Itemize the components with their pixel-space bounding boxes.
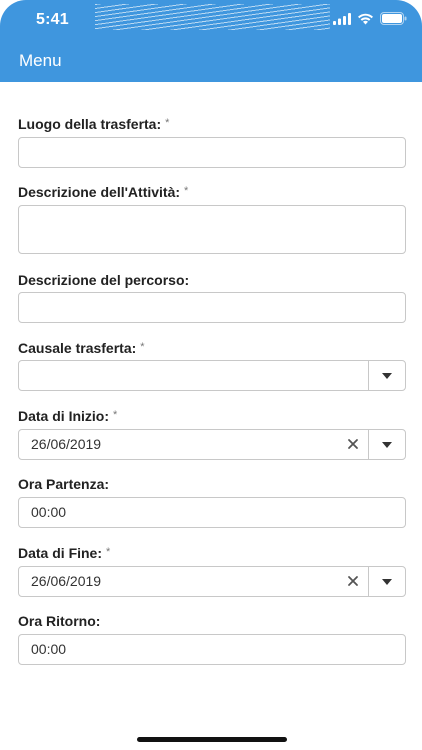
luogo-input[interactable]	[18, 137, 406, 168]
data-fine-dropdown-toggle[interactable]	[368, 567, 405, 596]
causale-select[interactable]	[18, 360, 406, 391]
data-inizio-label: Data di Inizio: *	[18, 408, 117, 424]
required-marker: *	[165, 117, 170, 129]
descrizione-percorso-input[interactable]	[18, 292, 406, 323]
data-fine-value: 26/06/2019	[31, 573, 102, 589]
required-marker: *	[113, 409, 118, 421]
wifi-icon	[357, 13, 374, 25]
data-fine-label-text: Data di Fine:	[18, 545, 103, 561]
app-header: 5:41 Menu	[0, 0, 422, 82]
data-inizio-dropdown-toggle[interactable]	[368, 430, 405, 459]
required-marker: *	[184, 185, 189, 197]
required-marker: *	[106, 546, 111, 558]
causale-dropdown-toggle[interactable]	[368, 361, 405, 390]
causale-label-text: Causale trasferta:	[18, 340, 137, 356]
data-inizio-value: 26/06/2019	[31, 436, 102, 452]
required-marker: *	[140, 341, 145, 353]
status-bar-artifact	[95, 4, 330, 30]
status-time: 5:41	[36, 11, 69, 28]
battery-icon	[380, 12, 407, 25]
clear-icon[interactable]	[346, 437, 360, 451]
data-inizio-select[interactable]: 26/06/2019	[18, 429, 406, 460]
status-icons	[333, 12, 407, 25]
chevron-down-icon	[382, 579, 392, 585]
ora-partenza-label: Ora Partenza:	[18, 476, 110, 492]
descrizione-attivita-label-text: Descrizione dell'Attività:	[18, 184, 181, 200]
signal-icon	[333, 12, 351, 25]
descrizione-attivita-textarea[interactable]	[18, 205, 406, 254]
causale-label: Causale trasferta: *	[18, 340, 145, 356]
chevron-down-icon	[382, 373, 392, 379]
luogo-label-text: Luogo della trasferta:	[18, 116, 162, 132]
ora-partenza-input[interactable]: 00:00	[18, 497, 406, 528]
luogo-label: Luogo della trasferta: *	[18, 116, 169, 132]
data-inizio-label-text: Data di Inizio:	[18, 408, 109, 424]
menu-button[interactable]: Menu	[19, 51, 62, 71]
home-indicator[interactable]	[137, 737, 287, 742]
clear-icon[interactable]	[346, 574, 360, 588]
ora-ritorno-label: Ora Ritorno:	[18, 613, 101, 629]
data-fine-select[interactable]: 26/06/2019	[18, 566, 406, 597]
ora-ritorno-input[interactable]: 00:00	[18, 634, 406, 665]
descrizione-percorso-label: Descrizione del percorso:	[18, 272, 190, 288]
descrizione-attivita-label: Descrizione dell'Attività: *	[18, 184, 188, 200]
chevron-down-icon	[382, 442, 392, 448]
data-fine-label: Data di Fine: *	[18, 545, 110, 561]
